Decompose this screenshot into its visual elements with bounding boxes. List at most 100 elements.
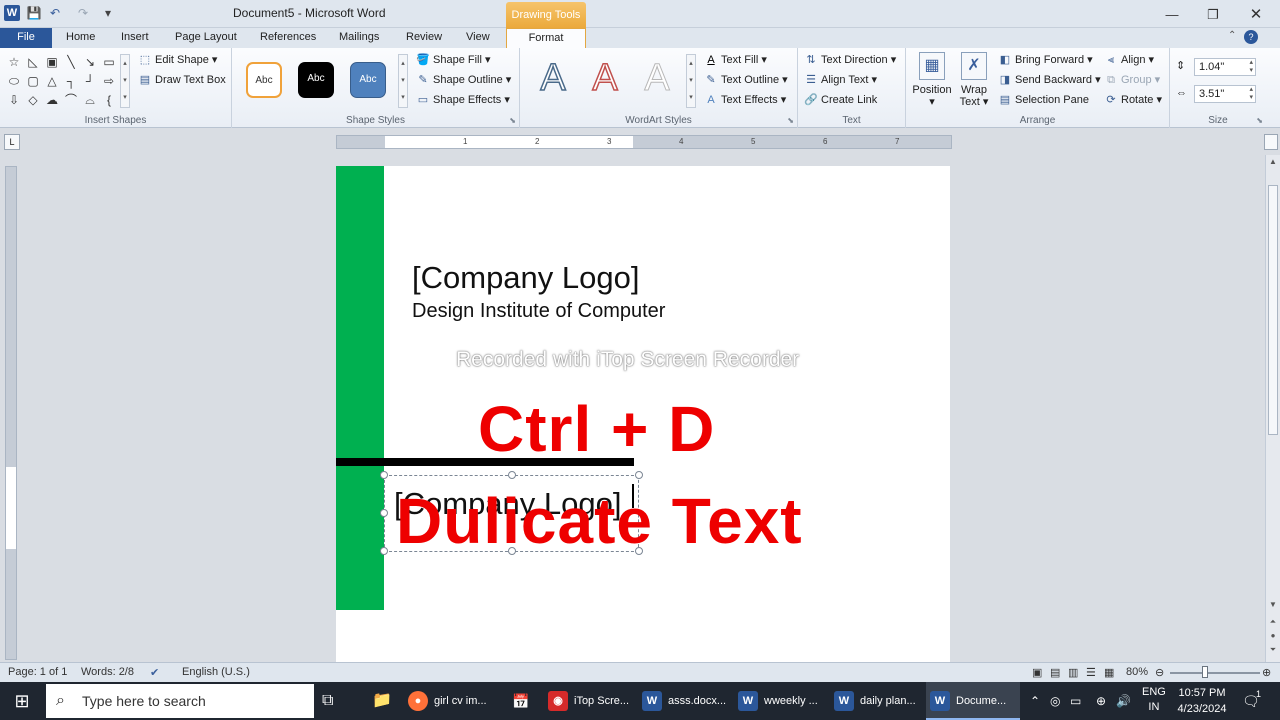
oval-shape-icon[interactable]: ⬭ <box>6 73 22 89</box>
view-ruler-toggle[interactable] <box>1264 134 1278 150</box>
taskbar-app-word-1[interactable]: Wasss.docx... <box>642 682 730 720</box>
file-explorer-icon[interactable]: 📁 <box>372 682 392 720</box>
scroll-down-icon[interactable]: ▼ <box>1266 600 1280 609</box>
text-fill-button[interactable]: A Text Fill ▾ <box>704 51 767 69</box>
callout-shape-icon[interactable]: ◇ <box>25 92 41 108</box>
group-button[interactable]: ⧉ Group ▾ <box>1104 71 1160 89</box>
curve-shape-icon[interactable]: ⌒ <box>63 92 79 108</box>
line-shape-icon[interactable]: ╲ <box>63 54 79 70</box>
tab-review[interactable]: Review <box>400 28 448 48</box>
volume-icon[interactable]: 🔊 <box>1116 682 1131 720</box>
full-screen-view-icon[interactable]: ▤ <box>1050 666 1060 679</box>
maximize-button[interactable]: ❐ <box>1193 4 1233 26</box>
position-button[interactable]: ▦ Position ▾ <box>912 52 952 108</box>
windows-start-icon[interactable]: ⊞ <box>0 682 44 720</box>
edit-shape-button[interactable]: ⬚ Edit Shape ▾ <box>138 51 218 69</box>
print-layout-view-icon[interactable]: ▣ <box>1032 666 1042 679</box>
close-button[interactable]: ✕ <box>1236 4 1276 26</box>
calendar-app-icon[interactable]: 📅 <box>512 682 529 720</box>
tab-view[interactable]: View <box>460 28 496 48</box>
size-launcher-icon[interactable]: ⬊ <box>1256 116 1263 125</box>
resize-handle[interactable] <box>380 547 388 555</box>
taskbar-search-input[interactable]: ⌕ Type here to search <box>46 684 314 718</box>
wordart-styles-launcher-icon[interactable]: ⬊ <box>787 116 794 125</box>
customize-toolbar-icon[interactable]: ▾ <box>100 5 116 21</box>
save-icon[interactable]: 💾 <box>26 5 42 21</box>
tab-stop-selector[interactable]: L <box>4 134 20 150</box>
horizontal-ruler[interactable]: 1 2 3 4 5 6 7 <box>336 135 952 149</box>
shape-effects-button[interactable]: ▭ Shape Effects ▾ <box>416 91 510 109</box>
tab-file[interactable]: File <box>0 28 52 48</box>
draft-view-icon[interactable]: ▦ <box>1104 666 1114 679</box>
shape-fill-button[interactable]: 🪣 Shape Fill ▾ <box>416 51 490 69</box>
show-hidden-icons-icon[interactable]: ⌃ <box>1030 682 1040 720</box>
shape-style-blue[interactable]: Abc <box>350 62 386 98</box>
battery-icon[interactable]: ▭ <box>1070 682 1081 720</box>
shape-styles-scroll[interactable]: ▴ ▾ ▾ <box>398 54 408 108</box>
zoom-slider[interactable] <box>1170 672 1260 674</box>
minimize-button[interactable]: — <box>1152 4 1192 26</box>
create-link-button[interactable]: 🔗 Create Link <box>804 91 877 109</box>
scroll-up-icon[interactable]: ▲ <box>1266 157 1280 166</box>
arc-shape-icon[interactable]: ⌓ <box>82 92 98 108</box>
language-indicator[interactable]: English (U.S.) <box>182 666 250 678</box>
send-backward-button[interactable]: ◨ Send Backward ▾ <box>998 71 1101 89</box>
taskbar-app-itop[interactable]: ◉ iTop Scre... <box>548 682 634 720</box>
company-logo-text[interactable]: [Company Logo] <box>412 260 639 296</box>
shapes-gallery-scroll[interactable]: ▴ ▾ ▾ <box>120 54 130 108</box>
text-effects-button[interactable]: A Text Effects ▾ <box>704 91 786 109</box>
down-arrow-shape-icon[interactable]: ⇩ <box>6 92 22 108</box>
taskbar-app-firefox[interactable]: ● girl cv im... <box>408 682 500 720</box>
input-language[interactable]: ENG IN <box>1142 685 1166 720</box>
triangle-shape-icon[interactable]: △ <box>44 73 60 89</box>
zoom-out-icon[interactable]: ⊖ <box>1155 666 1164 679</box>
shapes-gallery[interactable]: ☆ ◺ ▣ ╲ ↘ ▭ ⬭ ▢ △ ┐ ┘ ⇨ ⇩ ◇ ☁ ⌒ ⌓ { <box>6 54 118 108</box>
triangle-right-shape-icon[interactable]: ◺ <box>25 54 41 70</box>
zoom-in-icon[interactable]: ⊕ <box>1262 666 1271 679</box>
document-page[interactable]: [Company Logo] Design Institute of Compu… <box>336 166 950 662</box>
taskbar-clock[interactable]: 10:57 PM 4/23/2024 <box>1172 685 1232 717</box>
align-button[interactable]: ⫷ Align ▾ <box>1104 51 1154 69</box>
zoom-level[interactable]: 80% <box>1126 666 1148 678</box>
word-app-icon[interactable]: W <box>4 5 20 21</box>
shape-width-input[interactable]: 3.51" ▴ ▾ <box>1194 85 1256 103</box>
wordart-style-red-outline[interactable]: A <box>580 57 630 99</box>
align-text-button[interactable]: ☰ Align Text ▾ <box>804 71 877 89</box>
taskbar-app-word-2[interactable]: Wwweekly ... <box>738 682 826 720</box>
black-divider-line[interactable] <box>336 458 634 466</box>
wordart-style-grey-outline[interactable]: A <box>632 58 682 99</box>
company-name-text[interactable]: Design Institute of Computer <box>412 300 665 323</box>
taskbar-app-word-active[interactable]: W Docume... <box>926 682 1020 720</box>
elbow-connector-shape-icon[interactable]: ┐ <box>63 73 79 89</box>
vertical-ruler[interactable] <box>5 166 17 660</box>
zoom-slider-knob[interactable] <box>1202 666 1208 678</box>
scrollbar-thumb[interactable] <box>1268 185 1278 435</box>
word-count[interactable]: Words: 2/8 <box>81 666 134 678</box>
taskbar-app-word-3[interactable]: Wdaily plan... <box>834 682 922 720</box>
bring-forward-button[interactable]: ◧ Bring Forward ▾ <box>998 51 1093 69</box>
previous-page-icon[interactable]: ⏶ <box>1266 617 1280 627</box>
rotate-button[interactable]: ⟳ Rotate ▾ <box>1104 91 1162 109</box>
browse-object-icon[interactable]: ● <box>1266 631 1280 640</box>
tab-home[interactable]: Home <box>60 28 101 48</box>
vertical-scrollbar[interactable]: ▲ ▼ ⏶ ● ⏷ <box>1265 155 1280 662</box>
resize-handle[interactable] <box>380 509 388 517</box>
tab-format[interactable]: Format <box>506 28 586 48</box>
shape-height-input[interactable]: 1.04" ▴ ▾ <box>1194 58 1256 76</box>
connector-shape-icon[interactable]: ┘ <box>82 73 98 89</box>
right-arrow-shape-icon[interactable]: ⇨ <box>101 73 117 89</box>
wordart-style-blue-outline[interactable]: A <box>528 57 578 99</box>
shape-style-black[interactable]: Abc <box>298 62 334 98</box>
text-direction-button[interactable]: ⇅ Text Direction ▾ <box>804 51 896 69</box>
task-view-icon[interactable]: ⧉ <box>322 682 333 720</box>
tab-mailings[interactable]: Mailings <box>333 28 385 48</box>
web-layout-view-icon[interactable]: ▥ <box>1068 666 1078 679</box>
page-count[interactable]: Page: 1 of 1 <box>8 666 67 678</box>
brace-shape-icon[interactable]: { <box>101 92 117 108</box>
resize-handle[interactable] <box>635 471 643 479</box>
redo-icon[interactable]: ↷ <box>75 5 91 21</box>
tab-insert[interactable]: Insert <box>115 28 155 48</box>
draw-text-box-button[interactable]: ▤ Draw Text Box <box>138 71 226 89</box>
outline-view-icon[interactable]: ☰ <box>1086 666 1096 679</box>
rounded-rect-shape-icon[interactable]: ▢ <box>25 73 41 89</box>
